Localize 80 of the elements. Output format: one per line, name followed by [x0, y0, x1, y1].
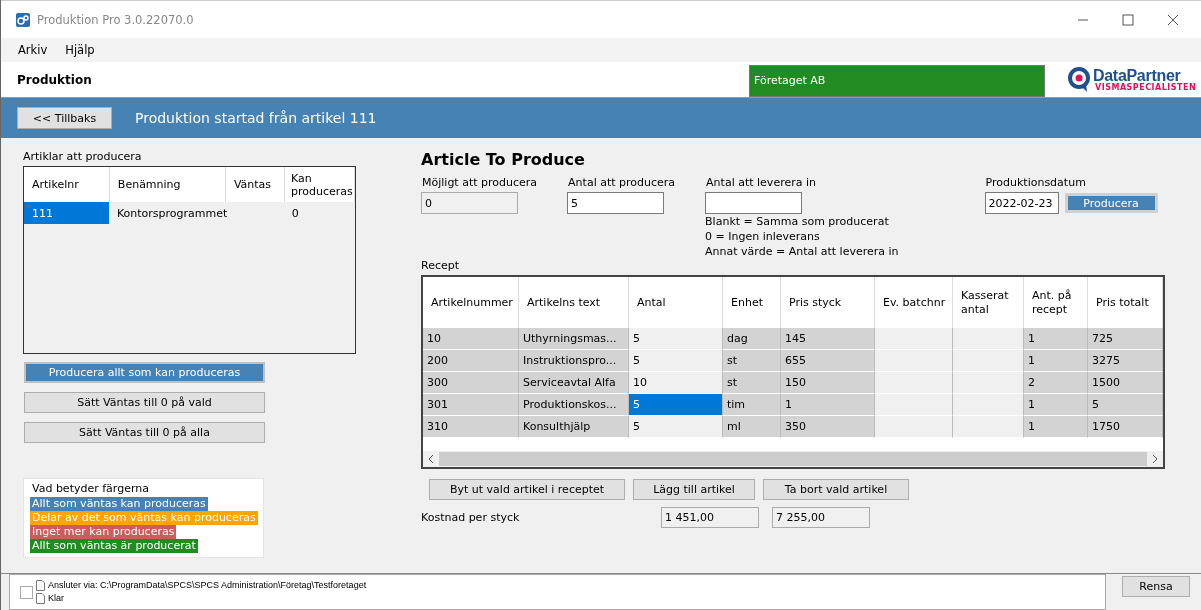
table-cell[interactable]: 5	[629, 350, 723, 372]
cost-label: Kostnad per styck	[421, 511, 521, 524]
recipe-button[interactable]: Byt ut vald artikel i receptet	[429, 479, 625, 500]
logo-tagline: VISMASPECIALISTEN	[1094, 83, 1197, 92]
column-header[interactable]: Benämning	[109, 167, 226, 202]
table-cell[interactable]: st	[723, 350, 781, 372]
legend-item: Inget mer kan produceras	[30, 525, 177, 539]
table-cell[interactable]: 111	[24, 202, 109, 224]
table-cell[interactable]: 300	[423, 372, 519, 394]
table-cell[interactable]: 1	[1024, 328, 1088, 350]
field-label: Antal att producera	[568, 176, 676, 189]
section-title: Article To Produce	[421, 150, 586, 169]
hint-text: Blankt = Samma som producerat	[705, 215, 890, 229]
log-line: Klar	[48, 592, 64, 605]
table-cell[interactable]: 0	[285, 202, 355, 224]
table-cell[interactable]: 1500	[1088, 372, 1163, 394]
table-cell[interactable]: 310	[423, 416, 519, 438]
hint-text: 0 = Ingen inleverans	[705, 230, 821, 244]
table-cell[interactable]: 1	[1024, 350, 1088, 372]
column-header[interactable]: Väntas	[225, 167, 285, 202]
table-cell[interactable]: 1	[1024, 394, 1088, 416]
table-cell[interactable]: Serviceavtal Alfa	[519, 372, 629, 394]
table-cell[interactable]: 10	[423, 328, 519, 350]
table-cell[interactable]: 5	[629, 394, 723, 416]
clear-button[interactable]: Rensa	[1122, 576, 1190, 597]
table-cell[interactable]: 1750	[1088, 416, 1163, 438]
legend-item: Delar av det som väntas kan produceras	[30, 511, 258, 525]
hint-text: Annat värde = Antal att leverera in	[705, 245, 899, 259]
table-cell[interactable]: 725	[1088, 328, 1163, 350]
table-cell[interactable]: 200	[423, 350, 519, 372]
table-cell[interactable]: Kontorsprogrammet	[108, 202, 228, 224]
table-cell[interactable]: 150	[781, 372, 875, 394]
produce-button[interactable]: Producera	[1064, 193, 1158, 213]
table-cell[interactable]: 10	[629, 372, 723, 394]
cost-field: 1 451,00	[661, 507, 759, 528]
column-header[interactable]: Kan produceras	[285, 167, 355, 202]
log-line: Ansluter via: C:\ProgramData\SPCS\SPCS Administration\Företag\Testforetaget	[48, 579, 367, 592]
table-cell[interactable]: Instruktionspro...	[519, 350, 629, 372]
table-cell[interactable]: st	[723, 372, 781, 394]
table-cell[interactable]: 5	[1088, 394, 1163, 416]
cost-field: 7 255,00	[772, 507, 870, 528]
table-cell[interactable]: 655	[781, 350, 875, 372]
page-title: Produktion	[16, 72, 93, 87]
legend-item: Allt som väntas kan produceras	[30, 497, 208, 511]
date-field[interactable]: 2022-02-23	[984, 192, 1059, 214]
table-cell[interactable]: 145	[781, 328, 875, 350]
section-label: Recept	[421, 259, 460, 272]
action-button[interactable]: Producera allt som kan produceras	[24, 362, 265, 383]
table-cell[interactable]: 5	[629, 328, 723, 350]
menu-item[interactable]: Hjälp	[58, 43, 102, 57]
action-button[interactable]: Sätt Väntas till 0 på vald	[24, 392, 265, 413]
table-cell[interactable]: 5	[629, 416, 723, 438]
table-cell[interactable]: 2	[1024, 372, 1088, 394]
input-field[interactable]: 5	[567, 192, 665, 214]
action-button[interactable]: Sätt Väntas till 0 på alla	[24, 422, 265, 443]
recipe-button[interactable]: Lägg till artikel	[633, 479, 755, 500]
section-label: Artiklar att producera	[23, 150, 143, 163]
legend-title: Vad betyder färgerna	[32, 482, 149, 495]
table-cell[interactable]: 301	[423, 394, 519, 416]
table-cell[interactable]: Uthyrningsmas...	[519, 328, 629, 350]
logo-name: DataPartner	[1093, 67, 1181, 84]
field-label: Möjligt att producera	[422, 176, 538, 189]
table-cell[interactable]: 3275	[1088, 350, 1163, 372]
table-cell[interactable]: 350	[781, 416, 875, 438]
company-label: Företaget AB	[749, 64, 1045, 97]
back-button[interactable]: << Tillbaks	[17, 107, 112, 129]
menu-item[interactable]: Arkiv	[11, 43, 55, 57]
table-cell[interactable]: Konsulthjälp	[519, 416, 629, 438]
table-cell[interactable]: ml	[723, 416, 781, 438]
table-cell[interactable]: tim	[723, 394, 781, 416]
recipe-button[interactable]: Ta bort vald artikel	[763, 479, 909, 500]
window-title: Produktion Pro 3.0.22070.0	[37, 12, 194, 27]
field-label: Antal att leverera in	[706, 176, 817, 189]
table-cell[interactable]: 1	[1024, 416, 1088, 438]
table-cell[interactable]: 1	[781, 394, 875, 416]
table-cell[interactable]: Produktionskos...	[519, 394, 629, 416]
legend-item: Allt som väntas är producerat	[30, 539, 198, 553]
table-cell[interactable]: dag	[723, 328, 781, 350]
banner-text: Produktion startad från artikel 111	[135, 110, 377, 126]
field-label: Produktionsdatum	[985, 176, 1087, 189]
